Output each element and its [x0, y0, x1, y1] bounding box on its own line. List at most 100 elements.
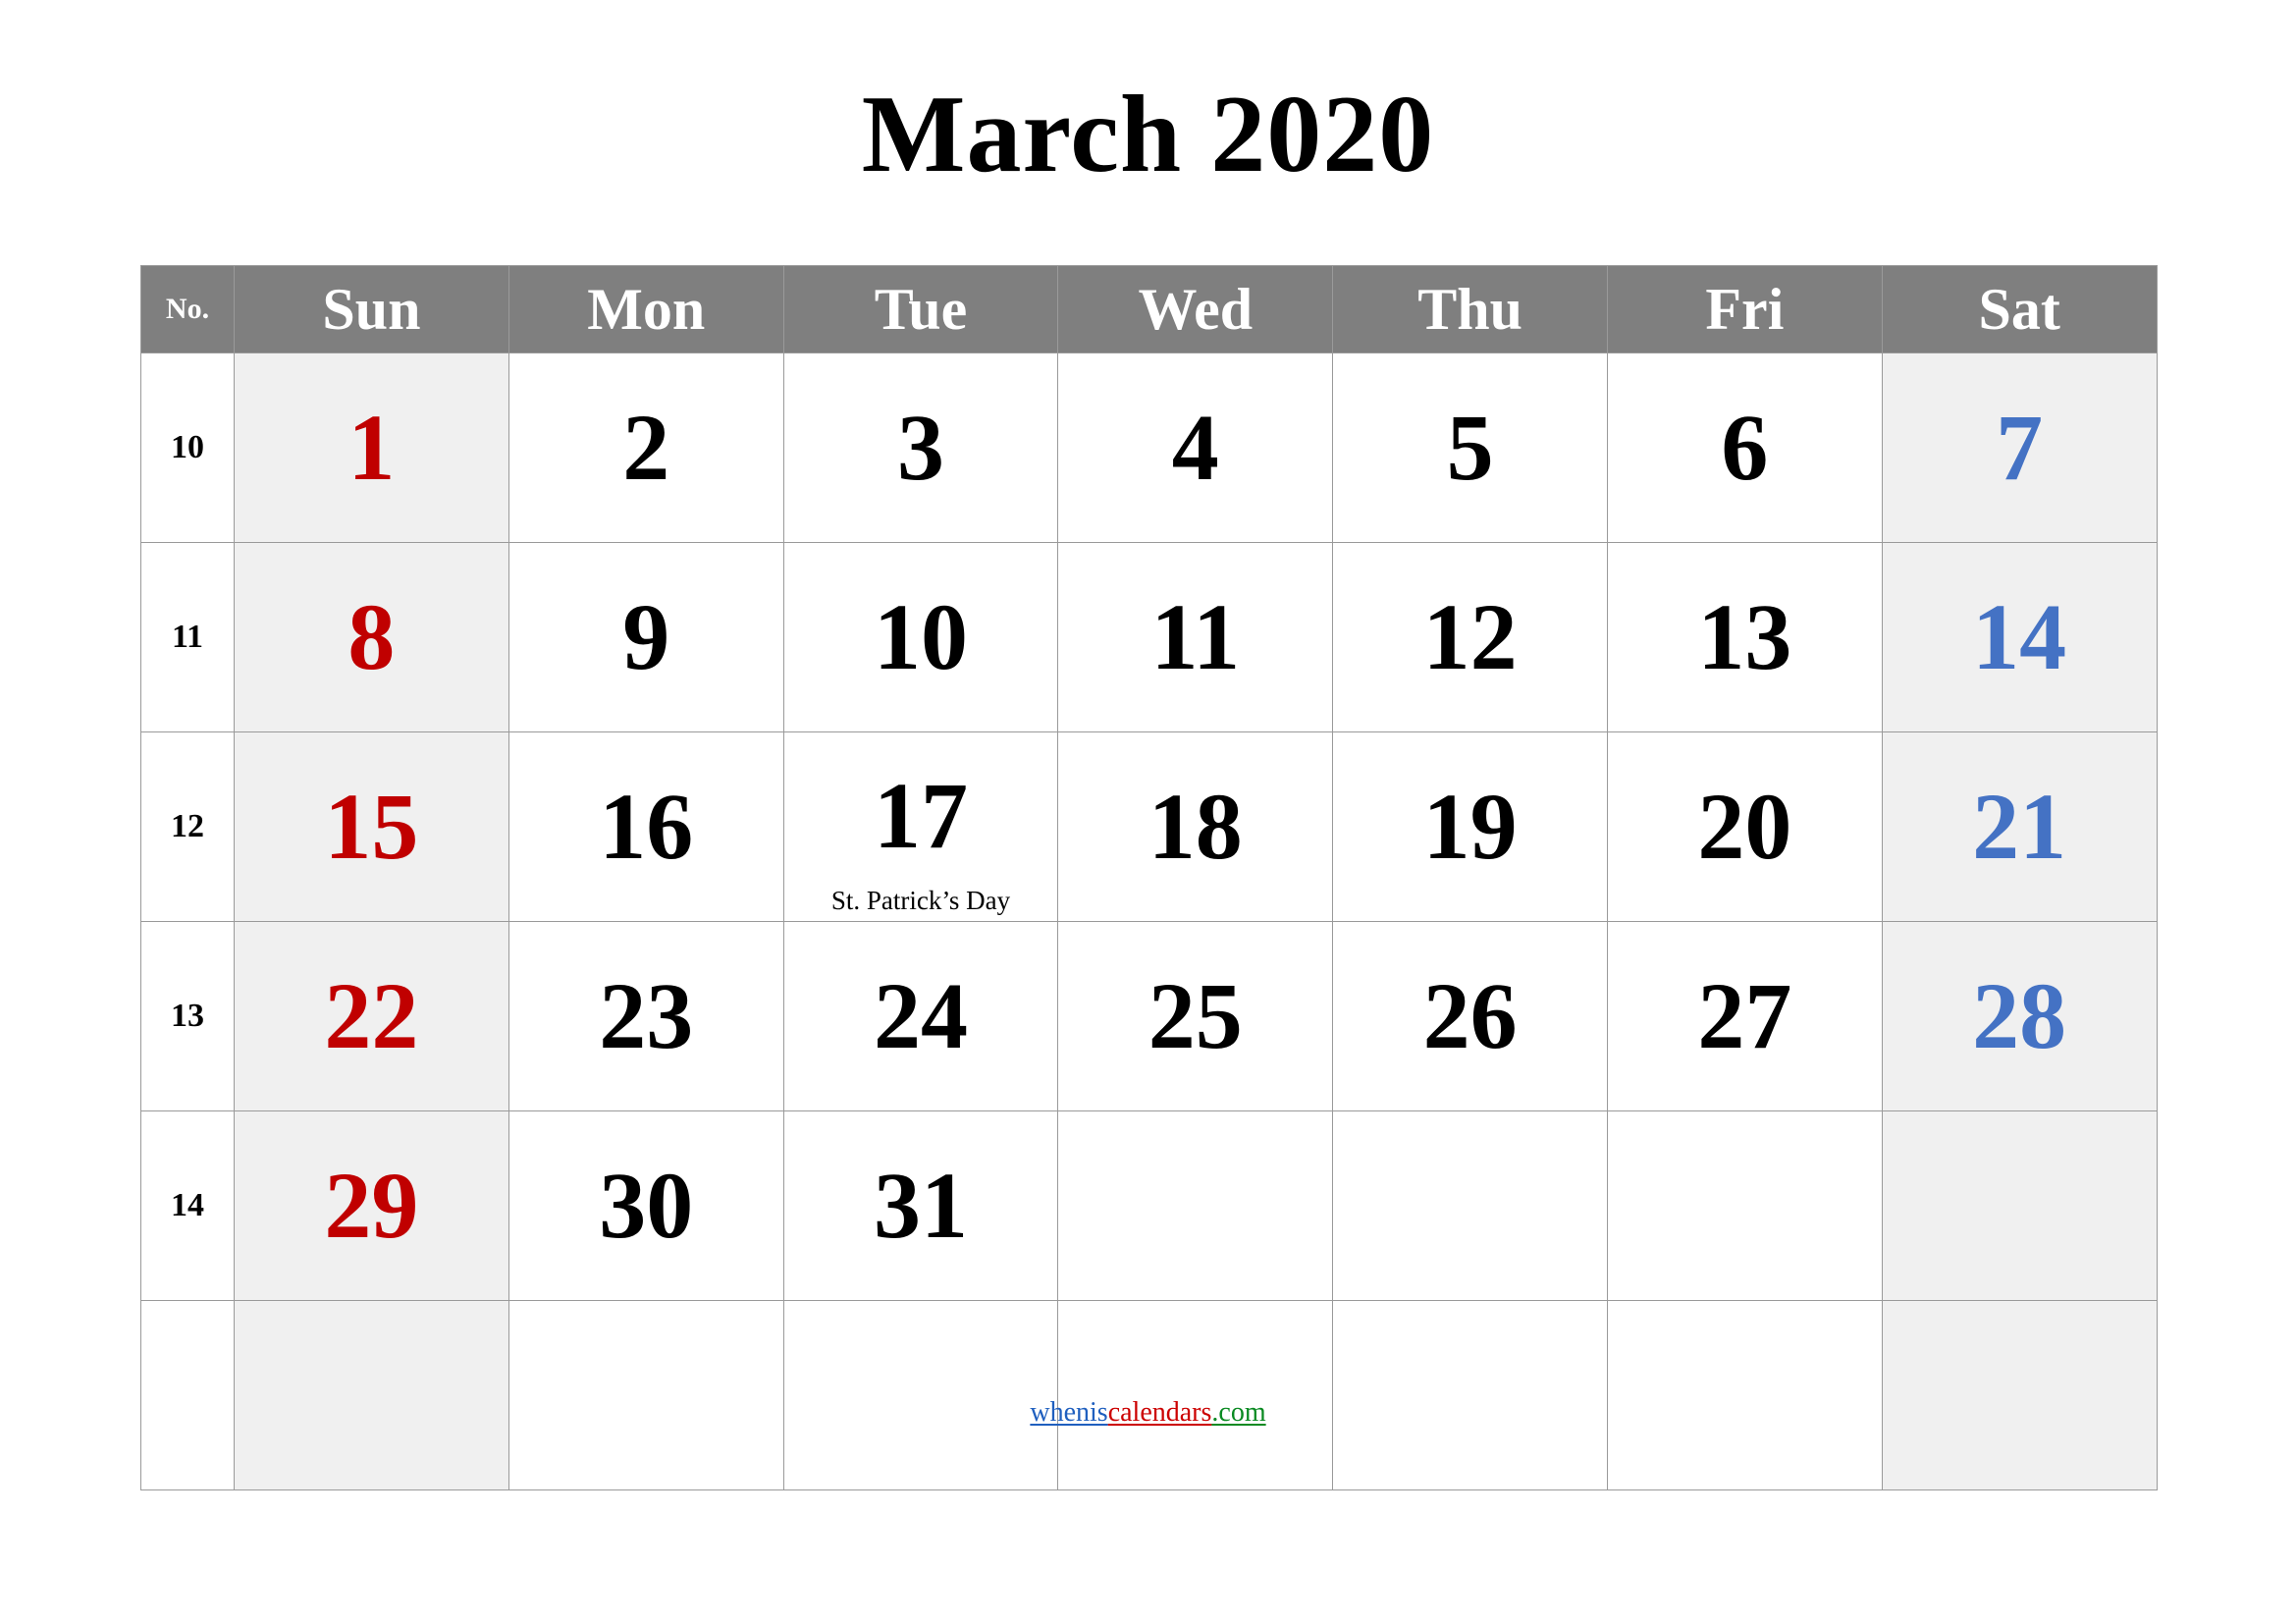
day-cell-fri[interactable]: 20: [1606, 731, 1883, 922]
calendar-table: No. Sun Mon Tue Wed Thu Fri Sat 10 1 2 3 4 5 6…: [140, 265, 2158, 1490]
day-number: 13: [1697, 584, 1792, 689]
day-cell-fri[interactable]: 13: [1606, 542, 1883, 732]
day-number: 16: [599, 774, 694, 879]
day-cell-thu[interactable]: 5: [1332, 352, 1608, 543]
day-header-fri: Fri: [1606, 265, 1883, 353]
day-cell-mon[interactable]: [507, 1300, 784, 1490]
day-number: 9: [622, 584, 670, 689]
day-cell-tue[interactable]: [782, 1300, 1059, 1490]
site-link[interactable]: wheniscalendars.com: [1030, 1397, 1265, 1428]
day-cell-wed[interactable]: 25: [1057, 921, 1334, 1111]
day-number: 1: [347, 395, 396, 500]
day-cell-wed[interactable]: 4: [1057, 352, 1334, 543]
day-number: 6: [1721, 395, 1769, 500]
day-header-sat: Sat: [1881, 265, 2158, 353]
day-number: 31: [873, 1153, 968, 1258]
day-number: 29: [324, 1153, 419, 1258]
day-number: 11: [1150, 584, 1241, 689]
site-link-part-1: whenis: [1030, 1397, 1108, 1428]
day-number: 18: [1148, 774, 1243, 879]
calendar-week-row: 11 8 9 10 11 12 13 14: [140, 542, 2158, 732]
day-cell-wed[interactable]: 11: [1057, 542, 1334, 732]
calendar-header-row: No. Sun Mon Tue Wed Thu Fri Sat: [140, 265, 2158, 353]
day-cell-sun[interactable]: 29: [234, 1110, 509, 1301]
calendar-week-row: 12 15 16 17 St. Patrick’s Day 18 19 20 21: [140, 731, 2158, 922]
day-number: 15: [324, 774, 419, 879]
week-number-cell: 14: [140, 1110, 235, 1301]
page-title: March 2020: [861, 74, 1435, 195]
day-header-wed: Wed: [1057, 265, 1334, 353]
day-number: 14: [1972, 584, 2067, 689]
day-number: 28: [1972, 963, 2067, 1068]
day-number: 30: [599, 1153, 694, 1258]
footer: wheniscalendars.com: [0, 1399, 2296, 1427]
day-cell-thu[interactable]: 19: [1332, 731, 1608, 922]
day-number: 3: [896, 395, 944, 500]
day-number: 10: [873, 584, 968, 689]
day-cell-sat[interactable]: 7: [1881, 352, 2158, 543]
day-number: 22: [324, 963, 419, 1068]
day-cell-fri[interactable]: [1606, 1300, 1883, 1490]
day-cell-sat[interactable]: 21: [1881, 731, 2158, 922]
day-cell-fri[interactable]: 6: [1606, 352, 1883, 543]
calendar-week-row: 10 1 2 3 4 5 6 7: [140, 352, 2158, 543]
week-number-cell: 11: [140, 542, 235, 732]
day-cell-sun[interactable]: 22: [234, 921, 509, 1111]
week-number-cell: [140, 1300, 235, 1490]
day-number: 26: [1422, 963, 1518, 1068]
day-cell-fri[interactable]: [1606, 1110, 1883, 1301]
holiday-label: St. Patrick’s Day: [830, 886, 1011, 915]
day-cell-sun[interactable]: 15: [234, 731, 509, 922]
week-number-cell: 10: [140, 352, 235, 543]
day-cell-thu[interactable]: [1332, 1110, 1608, 1301]
day-number: 4: [1171, 395, 1219, 500]
day-cell-sat[interactable]: [1881, 1110, 2158, 1301]
day-cell-tue[interactable]: 17 St. Patrick’s Day: [782, 731, 1059, 922]
day-cell-tue[interactable]: 3: [782, 352, 1059, 543]
calendar-week-row: [140, 1300, 2158, 1490]
day-cell-mon[interactable]: 30: [507, 1110, 784, 1301]
day-header-thu: Thu: [1332, 265, 1608, 353]
day-cell-thu[interactable]: 26: [1332, 921, 1608, 1111]
week-number-cell: 13: [140, 921, 235, 1111]
day-number: 7: [1996, 395, 2044, 500]
day-cell-wed[interactable]: 18: [1057, 731, 1334, 922]
day-number: 5: [1446, 395, 1494, 500]
day-cell-sat[interactable]: 28: [1881, 921, 2158, 1111]
day-header-tue: Tue: [782, 265, 1059, 353]
day-cell-tue[interactable]: 10: [782, 542, 1059, 732]
calendar-week-row: 13 22 23 24 25 26 27 28: [140, 921, 2158, 1111]
day-cell-fri[interactable]: 27: [1606, 921, 1883, 1111]
day-cell-mon[interactable]: 2: [507, 352, 784, 543]
calendar-week-row: 14 29 30 31: [140, 1110, 2158, 1301]
day-number: 2: [622, 395, 670, 500]
day-cell-sat[interactable]: 14: [1881, 542, 2158, 732]
day-number: 25: [1148, 963, 1243, 1068]
day-cell-mon[interactable]: 16: [507, 731, 784, 922]
day-cell-wed[interactable]: [1057, 1300, 1334, 1490]
day-cell-sun[interactable]: [234, 1300, 509, 1490]
calendar-body: 10 1 2 3 4 5 6 7 11 8 9 10 11 12 13 14 12 15 16 17 St. Patri…: [140, 352, 2158, 1490]
day-cell-mon[interactable]: 9: [507, 542, 784, 732]
day-cell-mon[interactable]: 23: [507, 921, 784, 1111]
site-link-part-3: .com: [1211, 1397, 1266, 1428]
day-number: 27: [1697, 963, 1792, 1068]
site-link-part-2: calendars: [1107, 1397, 1212, 1428]
day-cell-sun[interactable]: 1: [234, 352, 509, 543]
day-number: 23: [599, 963, 694, 1068]
day-number: 19: [1422, 774, 1518, 879]
day-cell-tue[interactable]: 24: [782, 921, 1059, 1111]
week-number-cell: 12: [140, 731, 235, 922]
day-cell-sun[interactable]: 8: [234, 542, 509, 732]
day-header-mon: Mon: [507, 265, 784, 353]
day-number: 21: [1972, 774, 2067, 879]
day-cell-tue[interactable]: 31: [782, 1110, 1059, 1301]
day-number: 12: [1422, 584, 1518, 689]
day-cell-thu[interactable]: [1332, 1300, 1608, 1490]
week-number-column-header: No.: [140, 265, 235, 353]
calendar-page: March 2020 No. Sun Mon Tue Wed Thu Fri S…: [0, 0, 2296, 1624]
day-cell-thu[interactable]: 12: [1332, 542, 1608, 732]
day-number: 24: [873, 963, 968, 1068]
day-cell-sat[interactable]: [1881, 1300, 2158, 1490]
day-cell-wed[interactable]: [1057, 1110, 1334, 1301]
